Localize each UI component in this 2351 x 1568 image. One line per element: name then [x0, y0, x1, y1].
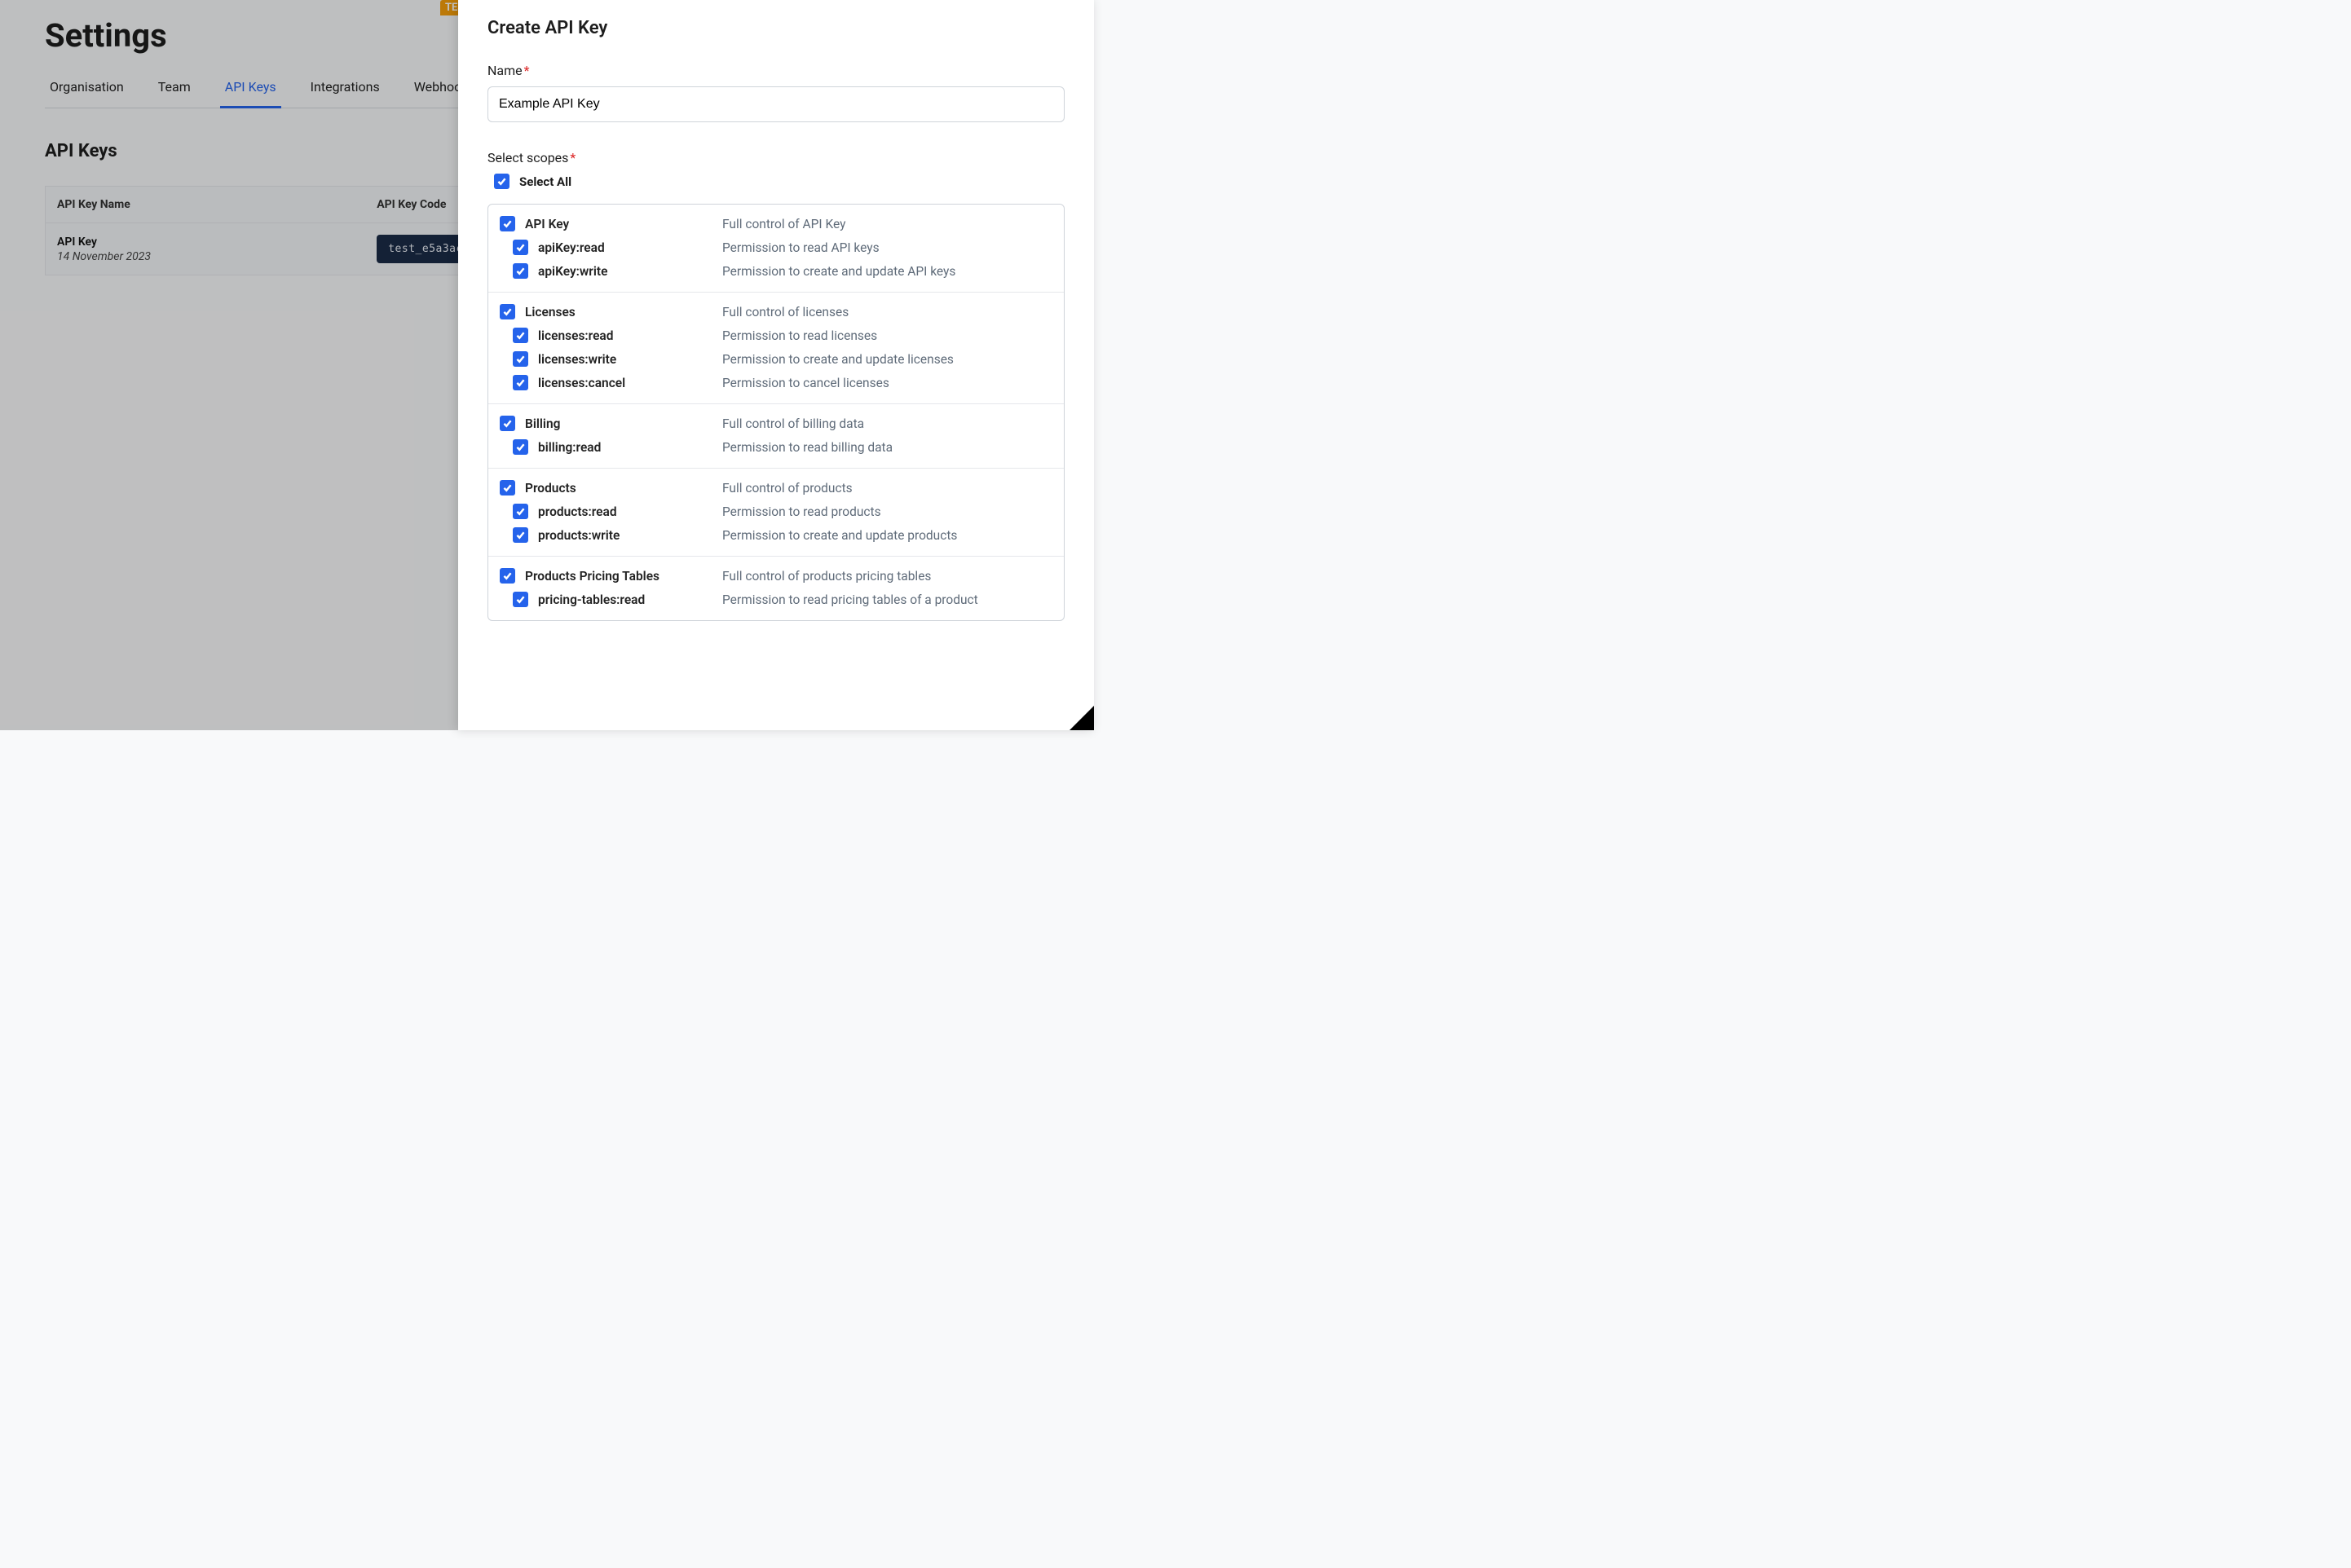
scope-group-name: Licenses — [525, 305, 712, 319]
scope-row: billing:read Permission to read billing d… — [500, 439, 1052, 455]
checkbox-scope-group[interactable] — [500, 568, 515, 584]
checkbox-scope[interactable] — [513, 263, 528, 279]
scope-group: Products Pricing Tables Full control of p… — [488, 556, 1064, 620]
create-api-key-panel: Create API Key Name* Select scopes* Sele… — [458, 0, 1094, 730]
checkbox-scope-group[interactable] — [500, 216, 515, 231]
scope-name: apiKey:read — [538, 240, 712, 255]
check-icon — [515, 442, 526, 452]
checkbox-scope[interactable] — [513, 527, 528, 543]
scope-group-header: API Key Full control of API Key — [500, 216, 1052, 231]
scope-group-desc: Full control of products — [722, 481, 1052, 496]
scope-group-name: Products Pricing Tables — [525, 569, 712, 584]
scope-group-header: Licenses Full control of licenses — [500, 304, 1052, 319]
scope-row: licenses:read Permission to read licenses — [500, 328, 1052, 343]
checkbox-scope[interactable] — [513, 439, 528, 455]
panel-title: Create API Key — [487, 18, 1065, 38]
check-icon — [496, 176, 507, 187]
name-label: Name* — [487, 63, 1065, 78]
scope-desc: Permission to read billing data — [722, 440, 1052, 455]
scope-group-header: Billing Full control of billing data — [500, 416, 1052, 431]
api-key-name-input[interactable] — [487, 86, 1065, 122]
scope-group: Licenses Full control of licenses licenses… — [488, 292, 1064, 403]
scope-group: Products Full control of products products… — [488, 468, 1064, 556]
scope-name: pricing-tables:read — [538, 592, 712, 607]
scopes-list: API Key Full control of API Key apiKey:rea… — [487, 204, 1065, 621]
check-icon — [515, 242, 526, 253]
scope-row: pricing-tables:read Permission to read pr… — [500, 592, 1052, 607]
scopes-label: Select scopes* — [487, 150, 1065, 165]
scope-desc: Permission to read pricing tables of a p… — [722, 592, 1052, 607]
checkbox-scope[interactable] — [513, 328, 528, 343]
scope-row: apiKey:write Permission to create and upd… — [500, 263, 1052, 279]
scope-name: apiKey:write — [538, 264, 712, 279]
check-icon — [502, 218, 513, 229]
scope-group-name: API Key — [525, 217, 712, 231]
scope-row: apiKey:read Permission to read API keys — [500, 240, 1052, 255]
check-icon — [515, 266, 526, 276]
scope-name: products:write — [538, 528, 712, 543]
scope-group: API Key Full control of API Key apiKey:rea… — [488, 205, 1064, 292]
scope-desc: Permission to create and update licenses — [722, 352, 1052, 367]
check-icon — [515, 530, 526, 540]
checkbox-scope-group[interactable] — [500, 480, 515, 496]
scope-group-desc: Full control of API Key — [722, 217, 1052, 231]
scope-name: billing:read — [538, 440, 712, 455]
checkbox-scope[interactable] — [513, 351, 528, 367]
check-icon — [515, 330, 526, 341]
scope-name: licenses:write — [538, 352, 712, 367]
scope-name: products:read — [538, 504, 712, 519]
scope-group: Billing Full control of billing data billi… — [488, 403, 1064, 468]
check-icon — [515, 377, 526, 388]
scope-group-desc: Full control of billing data — [722, 416, 1052, 431]
scope-name: licenses:read — [538, 328, 712, 343]
scope-row: licenses:write Permission to create and u… — [500, 351, 1052, 367]
check-icon — [502, 482, 513, 493]
scope-desc: Permission to read licenses — [722, 328, 1052, 343]
checkbox-scope[interactable] — [513, 375, 528, 390]
check-icon — [502, 418, 513, 429]
scope-group-name: Products — [525, 481, 712, 496]
checkbox-scope-group[interactable] — [500, 416, 515, 431]
scope-group-header: Products Full control of products — [500, 480, 1052, 496]
checkbox-scope[interactable] — [513, 504, 528, 519]
scope-row: products:write Permission to create and u… — [500, 527, 1052, 543]
checkbox-scope[interactable] — [513, 240, 528, 255]
check-icon — [515, 594, 526, 605]
select-all-label: Select All — [519, 174, 571, 189]
scope-desc: Permission to read products — [722, 504, 1052, 519]
scope-desc: Permission to cancel licenses — [722, 376, 1052, 390]
checkbox-select-all[interactable] — [494, 174, 509, 189]
scope-row: products:read Permission to read products — [500, 504, 1052, 519]
scope-group-desc: Full control of licenses — [722, 305, 1052, 319]
checkbox-scope[interactable] — [513, 592, 528, 607]
scope-group-name: Billing — [525, 416, 712, 431]
scope-desc: Permission to create and update products — [722, 528, 1052, 543]
scope-desc: Permission to read API keys — [722, 240, 1052, 255]
check-icon — [502, 570, 513, 581]
check-icon — [515, 354, 526, 364]
checkbox-scope-group[interactable] — [500, 304, 515, 319]
check-icon — [502, 306, 513, 317]
scope-group-desc: Full control of products pricing tables — [722, 569, 1052, 584]
scope-group-header: Products Pricing Tables Full control of p… — [500, 568, 1052, 584]
check-icon — [515, 506, 526, 517]
scope-row: licenses:cancel Permission to cancel lice… — [500, 375, 1052, 390]
scope-name: licenses:cancel — [538, 376, 712, 390]
scope-desc: Permission to create and update API keys — [722, 264, 1052, 279]
